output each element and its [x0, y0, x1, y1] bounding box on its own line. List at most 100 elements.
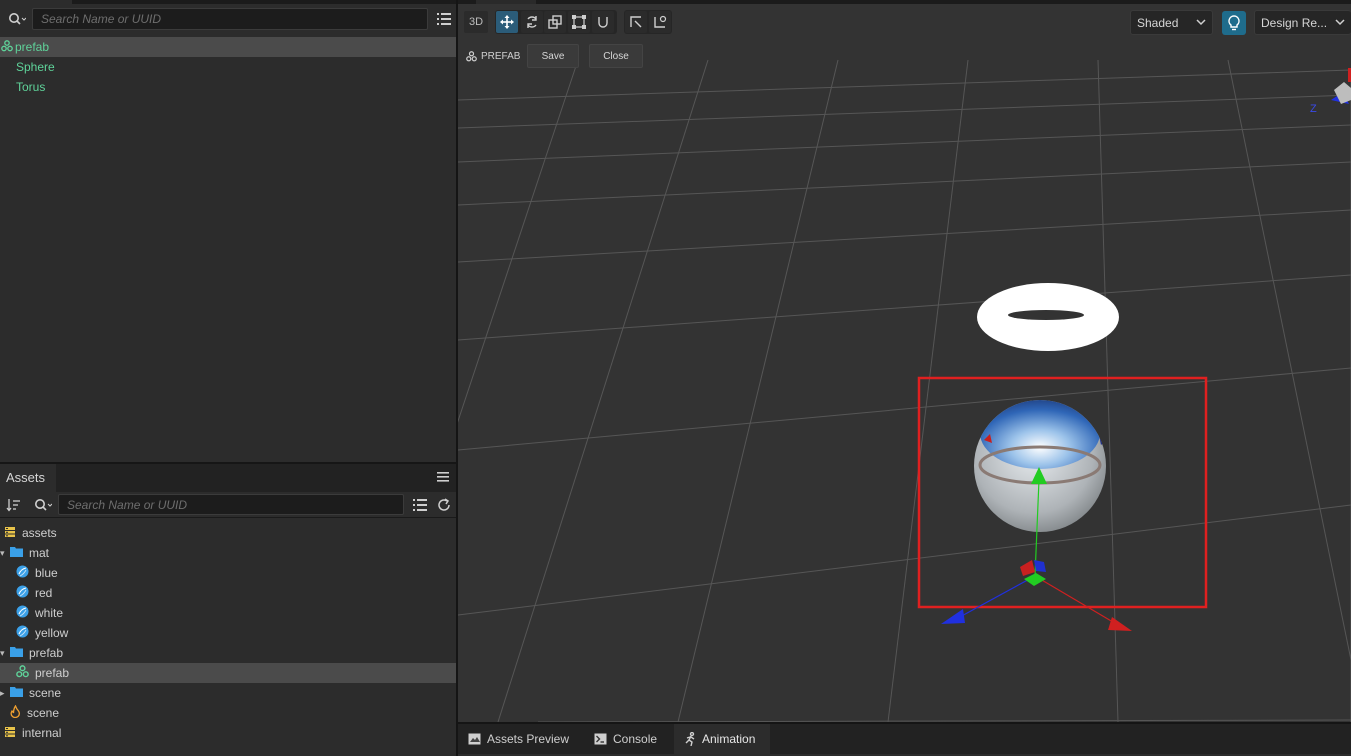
editor-window: Search Name or UUID prefab Sphere Torus …	[0, 0, 1351, 756]
folder-icon	[10, 686, 23, 700]
asset-db-internal[interactable]: internal	[0, 723, 456, 743]
asset-material-white[interactable]: white	[0, 603, 456, 623]
console-icon	[594, 733, 607, 745]
sort-icon[interactable]	[6, 497, 22, 516]
list-view-icon[interactable]	[436, 11, 452, 30]
prefab-icon	[1, 39, 13, 55]
scene-viewport[interactable]: Z	[458, 0, 1351, 722]
asset-label: blue	[35, 566, 58, 580]
asset-folder-mat[interactable]: ▾ mat	[0, 543, 456, 563]
image-icon	[468, 733, 481, 745]
asset-material-blue[interactable]: blue	[0, 563, 456, 583]
asset-label: white	[35, 606, 64, 620]
search-placeholder: Search Name or UUID	[41, 12, 162, 26]
prefab-icon	[466, 50, 477, 61]
scale-tool-button[interactable]	[544, 11, 566, 33]
pivot-icon	[630, 16, 642, 28]
chevron-down-icon[interactable]: ▾	[0, 548, 10, 559]
tree-node-label: prefab	[15, 40, 50, 54]
asset-folder-prefab[interactable]: ▾ prefab	[0, 643, 456, 663]
tab-label: Animation	[702, 732, 756, 746]
material-icon	[16, 565, 29, 581]
rect-tool-button[interactable]	[568, 11, 590, 33]
assets-search-input[interactable]: Search Name or UUID	[58, 494, 404, 515]
coordinate-icon	[654, 15, 667, 28]
asset-label: prefab	[29, 646, 64, 660]
asset-folder-scene[interactable]: ▸ scene	[0, 683, 456, 703]
search-icon[interactable]	[32, 495, 54, 515]
hierarchy-empty-area[interactable]	[0, 97, 456, 462]
orientation-gizmo[interactable]: Z	[1310, 68, 1351, 115]
chevron-down-icon[interactable]: ▾	[0, 648, 10, 659]
rotate-icon	[527, 16, 537, 28]
asset-label: assets	[22, 526, 57, 540]
magnet-icon	[598, 17, 608, 28]
rotate-tool-button[interactable]	[521, 11, 543, 33]
asset-prefab-file[interactable]: prefab	[0, 663, 456, 683]
refresh-icon[interactable]	[436, 497, 452, 516]
torus-object[interactable]	[977, 283, 1119, 351]
tree-node-sphere[interactable]: Sphere	[0, 57, 456, 77]
tree-node-label: Torus	[16, 80, 46, 94]
tree-node-prefab[interactable]: prefab	[0, 37, 456, 57]
folder-icon	[10, 546, 23, 560]
tab-console[interactable]: Console	[594, 724, 657, 754]
material-icon	[16, 605, 29, 621]
panel-menu-icon[interactable]	[436, 470, 450, 487]
scene-flame-icon	[10, 704, 21, 721]
material-icon	[16, 585, 29, 601]
assets-toolbar: Search Name or UUID	[0, 492, 456, 518]
asset-label: prefab	[35, 666, 70, 680]
close-button[interactable]: Close	[589, 44, 643, 68]
scene-grid	[458, 59, 1351, 722]
assets-tab-bar: Assets	[0, 464, 456, 492]
asset-label: scene	[27, 706, 60, 720]
lighting-toggle-button[interactable]	[1222, 11, 1246, 35]
toggle-3d-button[interactable]: 3D	[464, 11, 488, 33]
list-view-icon[interactable]	[412, 497, 428, 516]
assets-panel: Assets Search Name or UUID assets ▾ mat …	[0, 462, 456, 756]
hierarchy-tab-strip	[72, 0, 456, 4]
tab-assets[interactable]: Assets	[0, 464, 56, 492]
shading-value: Shaded	[1137, 16, 1179, 30]
coordinate-button[interactable]	[649, 11, 671, 33]
asset-material-yellow[interactable]: yellow	[0, 623, 456, 643]
chevron-down-icon	[1335, 19, 1345, 26]
asset-label: red	[35, 586, 53, 600]
shading-select[interactable]: Shaded	[1130, 10, 1213, 35]
asset-label: internal	[22, 726, 62, 740]
gizmo-z-label: Z	[1310, 103, 1317, 115]
database-icon	[4, 526, 16, 541]
save-button[interactable]: Save	[527, 44, 579, 68]
rect-icon	[572, 15, 586, 29]
tree-node-label: Sphere	[16, 60, 55, 74]
asset-scene-file[interactable]: scene	[0, 703, 456, 723]
tab-label: Assets Preview	[487, 732, 570, 746]
hierarchy-search-input[interactable]: Search Name or UUID	[32, 8, 428, 30]
running-figure-icon	[685, 732, 695, 746]
tab-animation[interactable]: Animation	[674, 724, 770, 754]
pivot-button[interactable]	[625, 11, 647, 33]
sphere-object[interactable]	[974, 397, 1106, 532]
asset-label: yellow	[35, 626, 69, 640]
asset-material-red[interactable]: red	[0, 583, 456, 603]
move-tool-button[interactable]	[496, 11, 518, 33]
bottom-panel: Assets Preview Console Animation	[458, 722, 1351, 756]
tab-label: Console	[613, 732, 658, 746]
scene-view[interactable]: Z 3D Shaded Design Re... PREFAB Save Clo…	[458, 0, 1351, 722]
scene-tab-strip	[458, 0, 1351, 4]
search-icon[interactable]	[6, 9, 28, 29]
move-icon	[500, 15, 514, 29]
lightbulb-icon	[1228, 15, 1240, 31]
design-resolution-select[interactable]: Design Re...	[1254, 10, 1351, 35]
asset-db-assets[interactable]: assets	[0, 523, 456, 543]
chevron-down-icon	[1196, 19, 1206, 26]
material-icon	[16, 625, 29, 641]
scale-icon	[548, 15, 562, 29]
tree-node-torus[interactable]: Torus	[0, 77, 456, 97]
chevron-right-icon[interactable]: ▸	[0, 688, 10, 699]
prefab-icon	[16, 665, 29, 681]
snap-tool-button[interactable]	[592, 11, 614, 33]
tab-assets-preview[interactable]: Assets Preview	[468, 724, 569, 754]
prefab-mode-label: PREFAB	[481, 50, 521, 62]
